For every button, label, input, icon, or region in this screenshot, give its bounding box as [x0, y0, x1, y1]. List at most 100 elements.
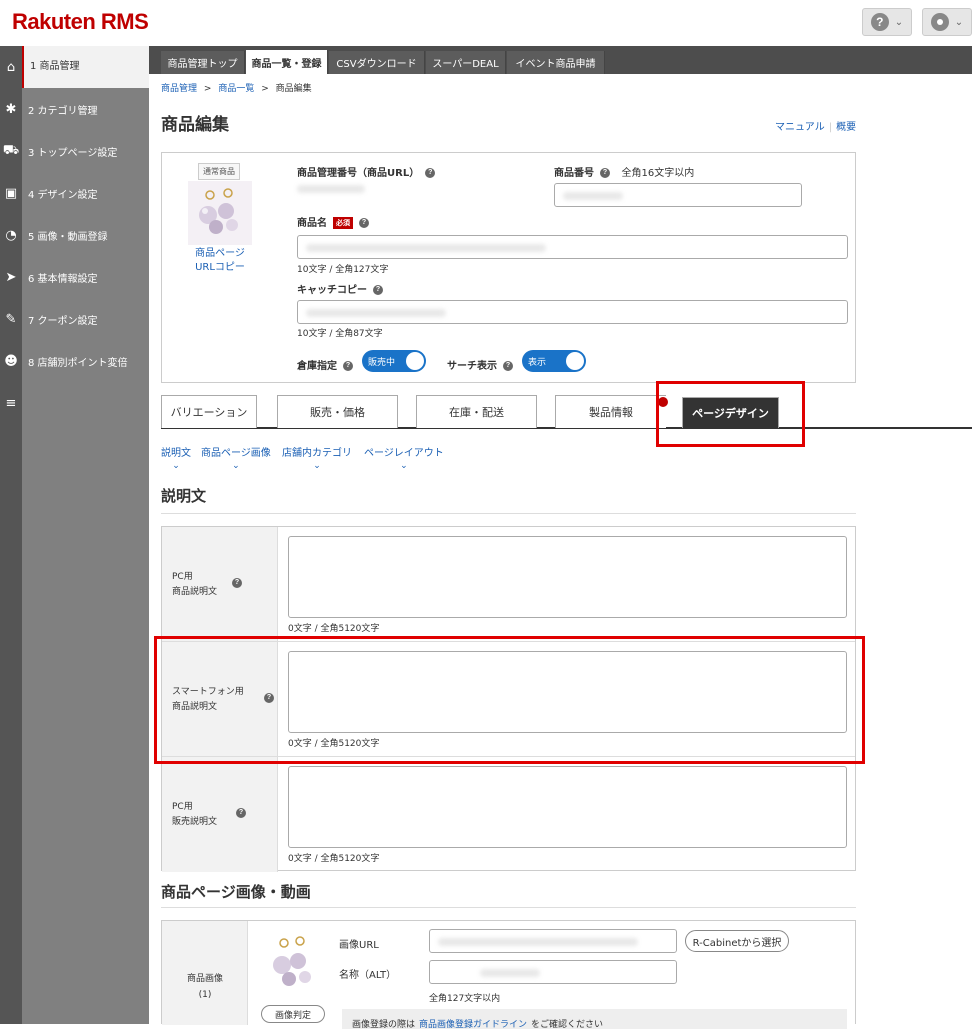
tab-product-top[interactable]: 商品管理トップ: [161, 51, 245, 74]
logo-rakuten-text: Rakuten: [12, 9, 96, 34]
image-alt-input[interactable]: [429, 960, 677, 984]
tab-csv-download[interactable]: CSVダウンロード: [329, 51, 425, 74]
user-menu-button[interactable]: ⌄: [922, 8, 972, 36]
warehouse-label-text: 倉庫指定: [297, 361, 337, 372]
row-label-line2: 商品説明文: [172, 587, 218, 597]
image-alt-value: [480, 969, 540, 977]
warehouse-toggle[interactable]: 販売中: [362, 350, 426, 372]
page-title: 商品編集: [161, 115, 229, 135]
anchor-description[interactable]: 説明文 ⌄: [161, 444, 191, 471]
users-icon: ☻: [4, 353, 18, 369]
image-url-input[interactable]: [429, 929, 677, 953]
chevron-down-icon: ⌄: [894, 16, 904, 28]
tab-product-info[interactable]: 製品情報: [555, 395, 666, 428]
help-icon[interactable]: ?: [600, 168, 610, 178]
guideline-link[interactable]: 商品画像登録ガイドライン: [419, 1020, 527, 1030]
user-icon: [930, 13, 949, 31]
sidebar-item-label: 4 デザイン設定: [28, 189, 98, 201]
image-alt-hint: 全角127文字以内: [429, 994, 501, 1004]
item-number-value: [563, 192, 623, 200]
coupon-icon: ✎: [5, 311, 17, 327]
sidebar-item-coupon[interactable]: ✎ 7 クーポン設定: [0, 298, 149, 340]
image-label-cell: 商品画像 (1): [162, 921, 248, 1025]
product-image-thumbnail: [262, 933, 326, 999]
sidebar-item-toppage[interactable]: ⛟ 3 トップページ設定: [0, 130, 149, 172]
required-badge: 必須: [333, 217, 353, 229]
sidebar-item-basic-info[interactable]: ➤ 6 基本情報設定: [0, 256, 149, 298]
help-icon[interactable]: ?: [373, 285, 383, 295]
catch-copy-label-text: キャッチコピー: [297, 285, 367, 296]
sidebar-item-points[interactable]: ☻ 8 店舗別ポイント変倍: [0, 340, 149, 382]
pc-product-description-textarea[interactable]: [288, 536, 847, 618]
breadcrumb-product-management[interactable]: 商品管理: [161, 84, 197, 94]
overview-link[interactable]: 概要: [836, 122, 856, 133]
product-name-input[interactable]: [297, 235, 848, 259]
row-label-line2: 販売説明文: [172, 817, 218, 827]
anchor-page-images[interactable]: 商品ページ画像 ⌄: [201, 444, 271, 471]
search-display-label: サーチ表示?: [447, 357, 513, 372]
sidebar-item-product-management[interactable]: ⌂ 1 商品管理: [0, 46, 149, 88]
anchor-page-layout[interactable]: ページレイアウト ⌄: [364, 444, 444, 471]
help-icon[interactable]: ?: [425, 168, 436, 178]
help-icon[interactable]: ?: [503, 361, 513, 371]
toggle-knob: [566, 352, 584, 370]
tab-sales-price[interactable]: 販売・価格: [277, 395, 398, 428]
image-judge-button[interactable]: 画像判定: [261, 1005, 325, 1023]
highlight-box-page-design: [656, 381, 805, 447]
breadcrumb: 商品管理 > 商品一覧 > 商品編集: [161, 81, 312, 94]
sidebar-item-more[interactable]: ≡: [0, 382, 149, 424]
description-row-pc-sales: PC用 販売説明文 ? 0文字 / 全角5120文字: [162, 757, 855, 872]
normal-product-badge: 通常商品: [198, 163, 240, 180]
image-label-text: 商品画像 (1): [162, 971, 248, 1003]
product-name-label-text: 商品名: [297, 218, 327, 229]
help-icon[interactable]: ?: [232, 578, 242, 588]
sidebar-item-category[interactable]: ✱ 2 カテゴリ管理: [0, 88, 149, 130]
tab-event-apply[interactable]: イベント商品申請: [507, 51, 605, 74]
divider: [161, 513, 856, 514]
pc-sales-description-textarea[interactable]: [288, 766, 847, 848]
sidebar-item-design[interactable]: ▣ 4 デザイン設定: [0, 172, 149, 214]
sidebar-item-label: 6 基本情報設定: [28, 273, 98, 285]
earring-image-icon: [199, 188, 238, 234]
item-number-label-text: 商品番号: [554, 168, 594, 179]
item-number-hint: 全角16文字以内: [621, 168, 695, 179]
tab-stock-shipping[interactable]: 在庫・配送: [416, 395, 537, 428]
chevron-down-icon: ⌄: [400, 461, 408, 471]
rakuten-rms-logo[interactable]: Rakuten RMS: [12, 9, 149, 35]
tab-product-list[interactable]: 商品一覧・登録: [246, 50, 328, 74]
row-label-line1: PC用: [172, 802, 193, 812]
help-icon[interactable]: ?: [236, 808, 246, 818]
row-label-text: PC用 販売説明文: [172, 800, 217, 830]
help-menu-button[interactable]: ? ⌄: [862, 8, 912, 36]
manual-link[interactable]: マニュアル: [775, 122, 825, 133]
item-number-input[interactable]: [554, 183, 802, 207]
product-name-value: [306, 244, 546, 252]
search-display-toggle[interactable]: 表示: [522, 350, 586, 372]
help-icon: ?: [870, 13, 889, 31]
row-label-cell: PC用 商品説明文 ?: [162, 527, 278, 641]
top-tab-bar: 商品管理トップ 商品一覧・登録 CSVダウンロード スーパーDEAL イベント商…: [149, 46, 972, 74]
tab-variation[interactable]: バリエーション: [161, 395, 257, 428]
anchor-store-category[interactable]: 店舗内カテゴリ ⌄: [282, 444, 352, 471]
breadcrumb-product-list[interactable]: 商品一覧: [218, 84, 254, 94]
search-display-label-text: サーチ表示: [447, 361, 497, 372]
catch-copy-input[interactable]: [297, 300, 848, 324]
top-header: Rakuten RMS ? ⌄ ⌄: [0, 0, 972, 46]
breadcrumb-separator: >: [203, 84, 212, 94]
sidebar-item-media[interactable]: ◔ 5 画像・動画登録: [0, 214, 149, 256]
chevron-down-icon: ⌄: [172, 461, 180, 471]
sidebar-item-label: 1 商品管理: [22, 46, 149, 88]
tab-super-deal[interactable]: スーパーDEAL: [426, 51, 506, 74]
product-info-panel: 通常商品 商品ページ URLコピー 商品管理番号（商品URL）? 商品番号? 全…: [161, 152, 856, 383]
help-links: マニュアル | 概要: [775, 118, 856, 133]
help-icon[interactable]: ?: [343, 361, 353, 371]
r-cabinet-select-button[interactable]: R-Cabinetから選択: [685, 930, 789, 952]
char-count: 0文字 / 全角5120文字: [288, 854, 380, 864]
chevron-down-icon: ⌄: [313, 461, 321, 471]
send-icon: ➤: [5, 269, 17, 285]
product-url-copy-link[interactable]: 商品ページ URLコピー: [184, 247, 256, 275]
catch-copy-label: キャッチコピー?: [297, 281, 383, 296]
help-icon[interactable]: ?: [359, 218, 369, 228]
description-heading: 説明文: [161, 487, 207, 505]
list-icon: ≡: [5, 395, 17, 411]
